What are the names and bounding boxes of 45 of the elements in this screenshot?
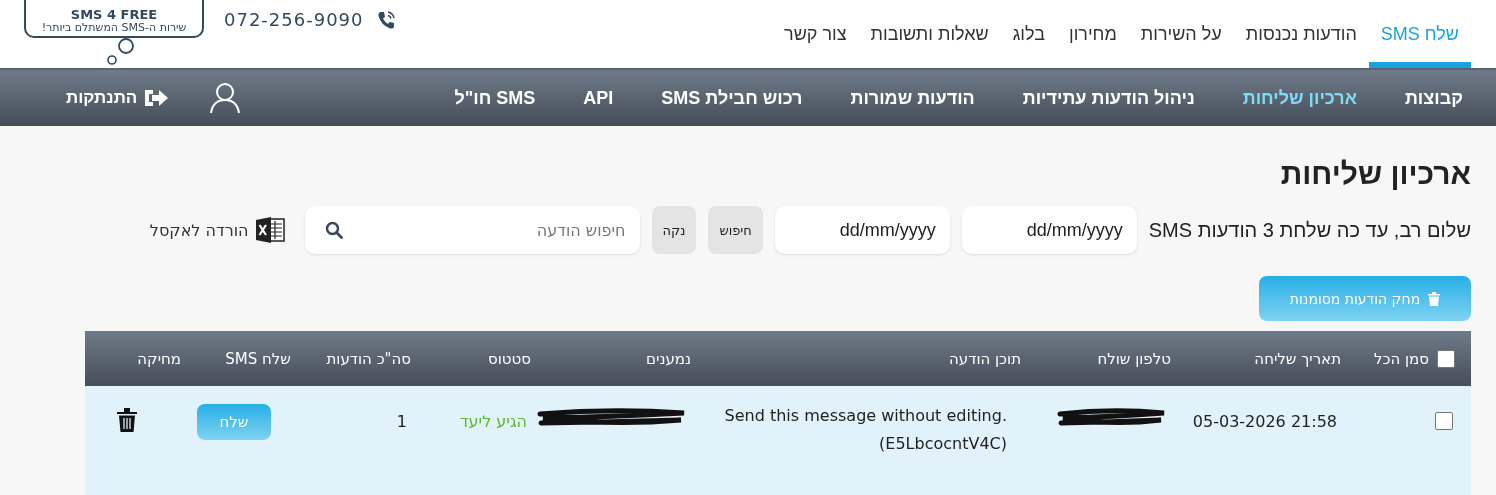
table-cell: Send this message without editing. (E5LbcocntV4C) (724, 406, 1007, 453)
column-header: סמן הכל (1373, 349, 1429, 368)
nav-link[interactable]: ניהול הודעות עתידיות (1022, 87, 1195, 109)
nav-link[interactable]: מחירון (1056, 0, 1129, 68)
column-header: תוכן הודעה (949, 349, 1021, 368)
page-title: ארכיון שליחות (1279, 156, 1471, 192)
search-field[interactable]: חיפוש הודעה (304, 206, 640, 254)
nav-link[interactable]: שאלות ותשובות (858, 0, 1001, 68)
date-field[interactable]: dd/mm/yyyy (774, 206, 950, 254)
nav-link[interactable]: צור קשר (772, 0, 859, 68)
logout-icon (143, 87, 170, 109)
column-header: טלפון שולח (1097, 349, 1171, 368)
nav-link[interactable]: API (583, 87, 614, 109)
nav-link[interactable]: הודעות נכנסות (1233, 0, 1369, 68)
column-header: תאריך שליחה (1254, 349, 1341, 368)
trash-icon[interactable] (117, 408, 137, 432)
checkbox[interactable] (1437, 349, 1455, 368)
search-button[interactable]: חיפוש (708, 206, 763, 254)
column-header: שלח SMS (225, 349, 291, 368)
logout-link[interactable]: התנתקות (66, 87, 170, 109)
date-field[interactable]: dd/mm/yyyy (961, 206, 1137, 254)
trash-icon (1428, 291, 1441, 306)
nav-link[interactable]: SMS חו"ל (454, 87, 536, 109)
search-icon (324, 221, 343, 239)
column-header: סה"כ הודעות (326, 349, 411, 368)
export-link[interactable]: הורדה לאקסל (149, 216, 285, 244)
user-icon[interactable] (209, 82, 242, 114)
column-header: סטטוס (488, 349, 531, 368)
phone-number: 072-256-9090 (224, 9, 364, 30)
table-cell: 1 (396, 412, 407, 431)
spreadsheet-icon (254, 216, 285, 244)
greeting-text: שלום רב, עד כה שלחת 3 הודעות SMS (1148, 218, 1471, 242)
nav-link[interactable]: הודעות שמורות (850, 87, 975, 109)
status-text: הגיע ליעד (459, 412, 527, 431)
nav-link[interactable]: על השירות (1128, 0, 1234, 68)
clear-button[interactable]: נקה (651, 206, 697, 254)
column-header: מחיקה (137, 349, 181, 368)
nav-link[interactable]: ארכיון שליחות (1242, 87, 1357, 109)
column-header: נמענים (646, 349, 691, 368)
checkbox[interactable] (1435, 412, 1453, 430)
table-cell: 05-03-2026 21:58 (1192, 412, 1337, 431)
nav-link[interactable]: בלוג (1000, 0, 1057, 68)
nav-link[interactable]: רכוש חבילת SMS (661, 87, 803, 109)
speech-bubble-icon (106, 38, 136, 66)
nav-link[interactable]: קבוצות (1404, 87, 1463, 109)
